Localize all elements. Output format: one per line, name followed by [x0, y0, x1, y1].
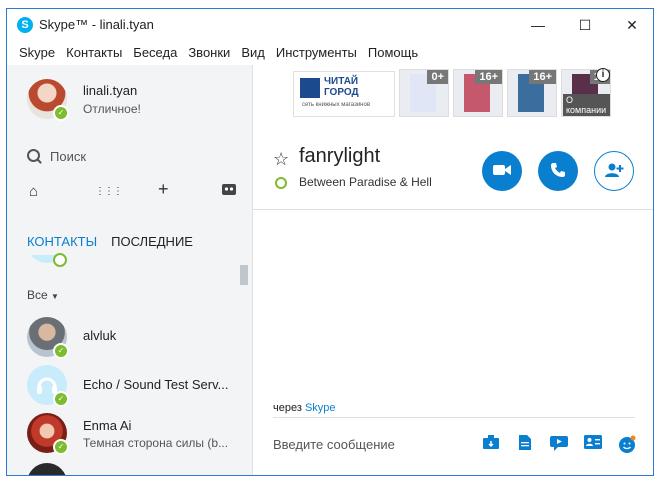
search-box[interactable]: Поиск	[27, 149, 86, 164]
age-rating: 16+	[475, 70, 502, 84]
contact-mood: Темная сторона силы (b...	[83, 436, 229, 450]
contact-card-icon[interactable]	[583, 435, 603, 453]
menu-help[interactable]: Помощь	[368, 41, 418, 60]
menu-contacts[interactable]: Контакты	[66, 41, 122, 60]
contact-name: Enma Ai	[83, 418, 132, 433]
maximize-icon[interactable]: ☐	[562, 9, 608, 41]
online-status-icon: ✓	[53, 439, 69, 455]
partial-status-icon	[53, 253, 67, 267]
audio-call-button[interactable]	[538, 151, 578, 191]
skype-icon: S	[17, 17, 33, 33]
conversation-mood: Between Paradise & Hell	[299, 175, 432, 189]
contact-avatar	[27, 463, 67, 475]
via-skype-link[interactable]: Skype	[305, 402, 336, 414]
phone-icon	[551, 163, 565, 177]
video-message-icon[interactable]	[549, 435, 569, 453]
document-icon[interactable]	[515, 435, 535, 453]
info-icon[interactable]: i	[596, 68, 610, 82]
window-title: Skype™ - linali.tyan	[39, 17, 154, 32]
send-file-icon[interactable]	[481, 435, 501, 453]
conversation-title[interactable]: fanrylight	[299, 145, 380, 168]
add-person-icon	[605, 163, 624, 177]
contacts-filter[interactable]: Все ▼	[27, 288, 59, 302]
ad-brand-tagline: сеть книжных магазинов	[302, 102, 371, 108]
search-label: Поиск	[50, 149, 87, 164]
filter-label: Все	[27, 288, 48, 302]
bot-icon[interactable]	[221, 181, 237, 201]
close-icon[interactable]: ✕	[609, 9, 653, 41]
about-company-label[interactable]: О компании	[563, 94, 610, 116]
add-icon[interactable]: +	[158, 179, 169, 200]
contact-name: Echo / Sound Test Serv...	[83, 377, 229, 392]
conversation-pane: ЧИТАЙ ГОРОД сеть книжных магазинов 0+ 16…	[253, 65, 653, 475]
video-call-button[interactable]	[482, 151, 522, 191]
online-status-icon: ✓	[53, 391, 69, 407]
sidebar: ✓ linali.tyan Отличное! Поиск ⌂ ⋮⋮⋮ + КО…	[7, 65, 253, 475]
ad-brand-line2: ГОРОД	[324, 87, 359, 98]
conversation-header: ☆ fanrylight Between Paradise & Hell	[253, 129, 653, 210]
menu-tools[interactable]: Инструменты	[276, 41, 357, 60]
profile-name[interactable]: linali.tyan	[83, 83, 137, 98]
home-icon[interactable]: ⌂	[29, 183, 38, 200]
online-status-icon: ✓	[53, 343, 69, 359]
add-participant-button[interactable]	[594, 151, 634, 191]
book-logo-icon	[300, 78, 320, 98]
minimize-icon[interactable]: —	[515, 9, 561, 41]
emoticon-icon[interactable]	[617, 435, 637, 453]
age-rating: 16+	[529, 70, 556, 84]
skype-window: S Skype™ - linali.tyan — ☐ ✕ Skype Контак…	[6, 8, 654, 476]
menu-calls[interactable]: Звонки	[188, 41, 230, 60]
contacts-scrollbar[interactable]	[240, 265, 248, 285]
menu-bar: Skype Контакты Беседа Звонки Вид Инструменты П…	[7, 41, 653, 63]
ad-brand-logo[interactable]: ЧИТАЙ ГОРОД сеть книжных магазинов	[293, 71, 395, 117]
ad-book[interactable]: 0+	[399, 69, 449, 117]
ad-book[interactable]: 16+	[453, 69, 503, 117]
ad-book[interactable]: 16+	[507, 69, 557, 117]
video-icon	[493, 165, 511, 175]
message-input[interactable]: Введите сообщение	[273, 437, 395, 452]
title-bar: S Skype™ - linali.tyan — ☐ ✕	[7, 9, 653, 41]
contact-tabs: КОНТАКТЫ ПОСЛЕДНИЕ	[27, 234, 193, 249]
age-rating: 0+	[427, 70, 448, 84]
chevron-down-icon: ▼	[51, 292, 59, 301]
ad-brand-line1: ЧИТАЙ	[324, 76, 359, 87]
dialpad-icon[interactable]: ⋮⋮⋮	[95, 186, 123, 197]
search-icon	[27, 149, 40, 162]
profile-mood[interactable]: Отличное!	[83, 102, 141, 116]
presence-icon	[275, 177, 287, 189]
menu-view[interactable]: Вид	[241, 41, 265, 60]
menu-conversation[interactable]: Беседа	[133, 41, 177, 60]
ad-book[interactable]: 16 О компании i	[561, 68, 611, 117]
favorite-star-icon[interactable]: ☆	[273, 149, 289, 170]
menu-skype[interactable]: Skype	[19, 41, 55, 60]
via-prefix: через	[273, 402, 302, 414]
composer-divider	[273, 417, 635, 418]
contact-name: alvluk	[83, 328, 117, 343]
online-status-icon: ✓	[53, 105, 69, 121]
via-line: через Skype	[273, 402, 336, 414]
tab-contacts[interactable]: КОНТАКТЫ	[27, 234, 97, 249]
tab-recent[interactable]: ПОСЛЕДНИЕ	[111, 234, 193, 249]
